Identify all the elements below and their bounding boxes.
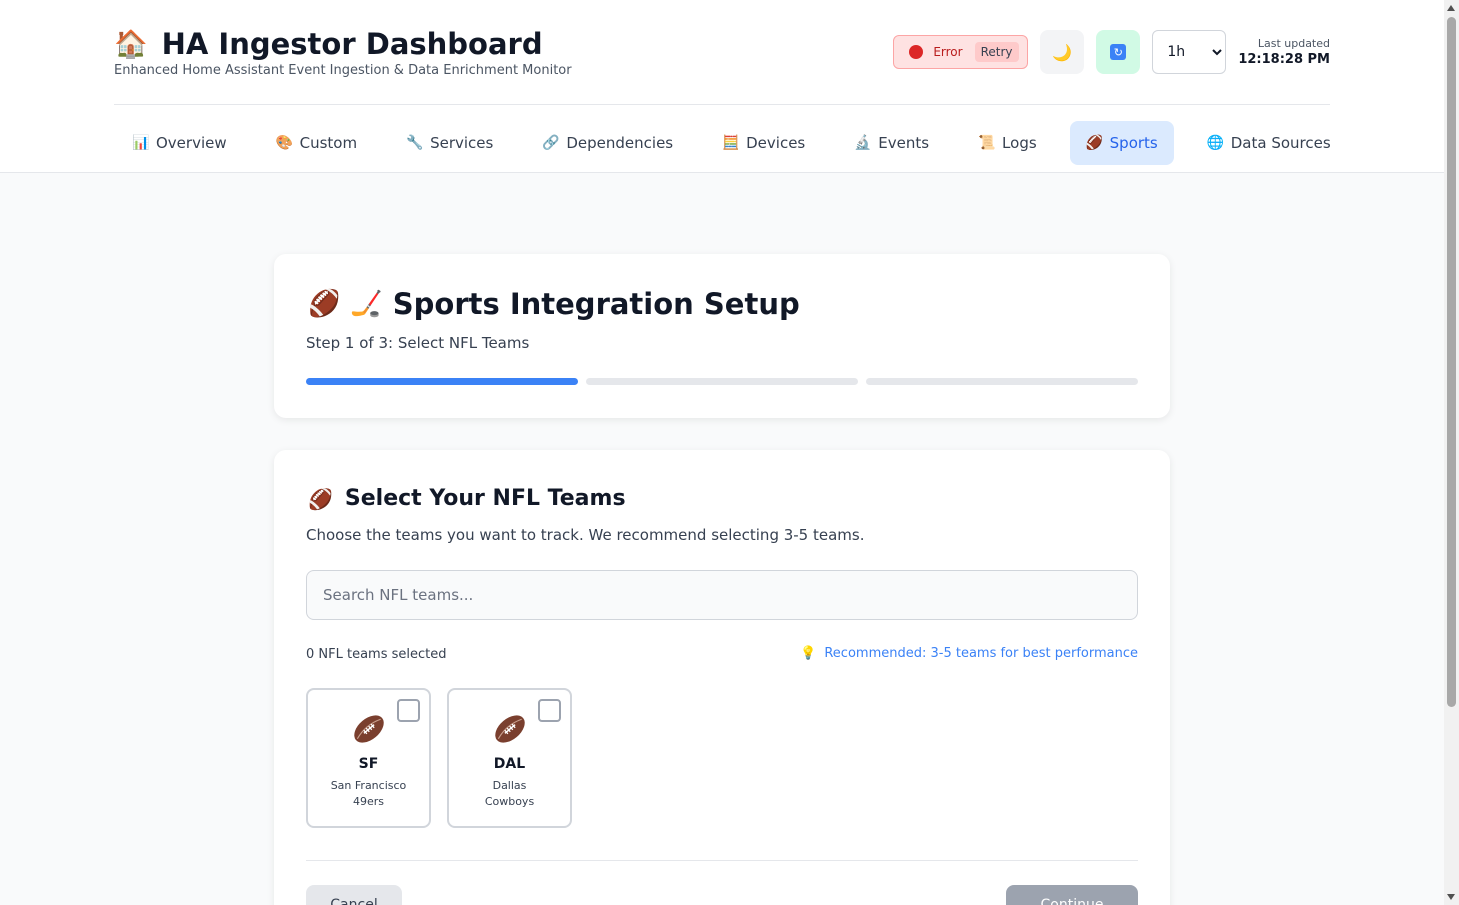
tab-label: Devices <box>746 134 806 152</box>
continue-button[interactable]: Continue <box>1006 885 1138 905</box>
team-grid: SF San Francisco 49ers DAL Dallas Cowboy… <box>306 688 588 828</box>
section-title-text: Select Your NFL Teams <box>344 486 626 511</box>
tab-label: Logs <box>1002 134 1037 152</box>
football-icon: 🏈 <box>1085 135 1104 151</box>
scroll-icon: 📜 <box>978 135 996 151</box>
setup-step-text: Step 1 of 3: Select NFL Teams <box>306 334 530 352</box>
football-icon: 🏈 <box>308 486 333 511</box>
header-controls: Error Retry 🌙 ↻ 1h Last updated 12:18:28… <box>893 30 1330 74</box>
section-title: 🏈 Select Your NFL Teams <box>308 486 626 511</box>
tab-label: Dependencies <box>566 134 674 152</box>
tab-devices[interactable]: 🧮 Devices <box>706 121 821 165</box>
progress-step-1 <box>306 378 578 385</box>
progress-step-2 <box>586 378 858 385</box>
team-card-sf[interactable]: SF San Francisco 49ers <box>306 688 431 828</box>
app-title-text: HA Ingestor Dashboard <box>161 27 543 61</box>
app-header: 🏠 HA Ingestor Dashboard Enhanced Home As… <box>0 0 1444 173</box>
team-checkbox[interactable] <box>397 699 420 722</box>
tab-label: Custom <box>299 134 358 152</box>
team-selection-card: 🏈 Select Your NFL Teams Choose the teams… <box>274 450 1170 905</box>
connection-status: Error Retry <box>893 35 1029 69</box>
scrollbar-thumb[interactable] <box>1447 17 1456 707</box>
recommendation-hint: 💡 Recommended: 3-5 teams for best perfor… <box>800 646 1138 661</box>
link-icon: 🔗 <box>542 135 560 151</box>
tab-label: Sports <box>1109 134 1158 152</box>
refresh-button[interactable]: ↻ <box>1096 30 1141 74</box>
team-name: Dallas Cowboys <box>484 779 535 808</box>
tab-label: Data Sources <box>1230 134 1331 152</box>
wrench-icon: 🔧 <box>406 135 424 151</box>
house-icon: 🏠 <box>114 28 148 60</box>
setup-card: 🏈 🏒 Sports Integration Setup Step 1 of 3… <box>274 254 1170 418</box>
setup-title: 🏈 🏒 Sports Integration Setup <box>308 287 800 321</box>
tab-label: Events <box>878 134 930 152</box>
team-abbr: SF <box>358 756 379 772</box>
cancel-button[interactable]: Cancel <box>306 885 402 905</box>
time-range-select[interactable]: 1h <box>1152 30 1227 74</box>
tab-sports[interactable]: 🏈 Sports <box>1069 121 1174 165</box>
selected-count: 0 NFL teams selected <box>306 647 447 662</box>
team-search-input[interactable] <box>306 570 1138 620</box>
theme-toggle-button[interactable]: 🌙 <box>1040 30 1085 74</box>
calculator-icon: 🧮 <box>722 135 740 151</box>
last-updated: Last updated 12:18:28 PM <box>1238 37 1330 67</box>
tab-logs[interactable]: 📜 Logs <box>962 121 1053 165</box>
hockey-icon: 🏒 <box>350 289 383 319</box>
refresh-icon: ↻ <box>1110 44 1127 60</box>
error-dot-icon <box>909 45 924 59</box>
tab-label: Services <box>430 134 494 152</box>
app-title: 🏠 HA Ingestor Dashboard <box>114 26 572 62</box>
tab-overview[interactable]: 📊 Overview <box>116 121 243 165</box>
app-subtitle: Enhanced Home Assistant Event Ingestion … <box>114 63 572 78</box>
tab-custom[interactable]: 🎨 Custom <box>260 121 373 165</box>
tab-services[interactable]: 🔧 Services <box>390 121 509 165</box>
footer-divider <box>306 860 1138 861</box>
scroll-up-arrow-icon[interactable] <box>1447 5 1455 11</box>
lightbulb-icon: 💡 <box>800 646 817 661</box>
globe-icon: 🌐 <box>1206 135 1225 151</box>
section-description: Choose the teams you want to track. We r… <box>306 526 865 544</box>
palette-icon: 🎨 <box>275 135 294 151</box>
status-label: Error <box>933 45 963 59</box>
team-name: San Francisco 49ers <box>330 779 407 808</box>
football-icon <box>353 715 384 743</box>
microscope-icon: 🔬 <box>854 135 872 151</box>
step-progress <box>306 378 1138 385</box>
retry-button[interactable]: Retry <box>974 42 1019 62</box>
tab-dependencies[interactable]: 🔗 Dependencies <box>526 121 689 165</box>
last-updated-label: Last updated <box>1257 37 1330 50</box>
team-checkbox[interactable] <box>538 699 561 722</box>
tab-data-sources[interactable]: 🌐 Data Sources <box>1191 121 1347 165</box>
tab-bar: 📊 Overview 🎨 Custom 🔧 Services 🔗 Dependencie… <box>116 121 1364 165</box>
chart-icon: 📊 <box>132 135 150 151</box>
last-updated-time: 12:18:28 PM <box>1238 52 1330 67</box>
team-abbr: DAL <box>493 756 526 772</box>
brand: 🏠 HA Ingestor Dashboard Enhanced Home As… <box>114 26 572 78</box>
moon-icon: 🌙 <box>1052 42 1073 62</box>
progress-step-3 <box>866 378 1138 385</box>
football-icon: 🏈 <box>308 289 341 319</box>
header-divider <box>114 104 1330 105</box>
tab-label: Overview <box>156 134 227 152</box>
tab-events[interactable]: 🔬 Events <box>838 121 945 165</box>
team-card-dal[interactable]: DAL Dallas Cowboys <box>447 688 572 828</box>
football-icon <box>494 715 525 743</box>
scroll-down-arrow-icon[interactable] <box>1447 894 1455 900</box>
setup-title-text: Sports Integration Setup <box>392 287 800 321</box>
page-scrollbar[interactable] <box>1444 0 1459 905</box>
recommendation-text: Recommended: 3-5 teams for best performa… <box>824 646 1138 661</box>
